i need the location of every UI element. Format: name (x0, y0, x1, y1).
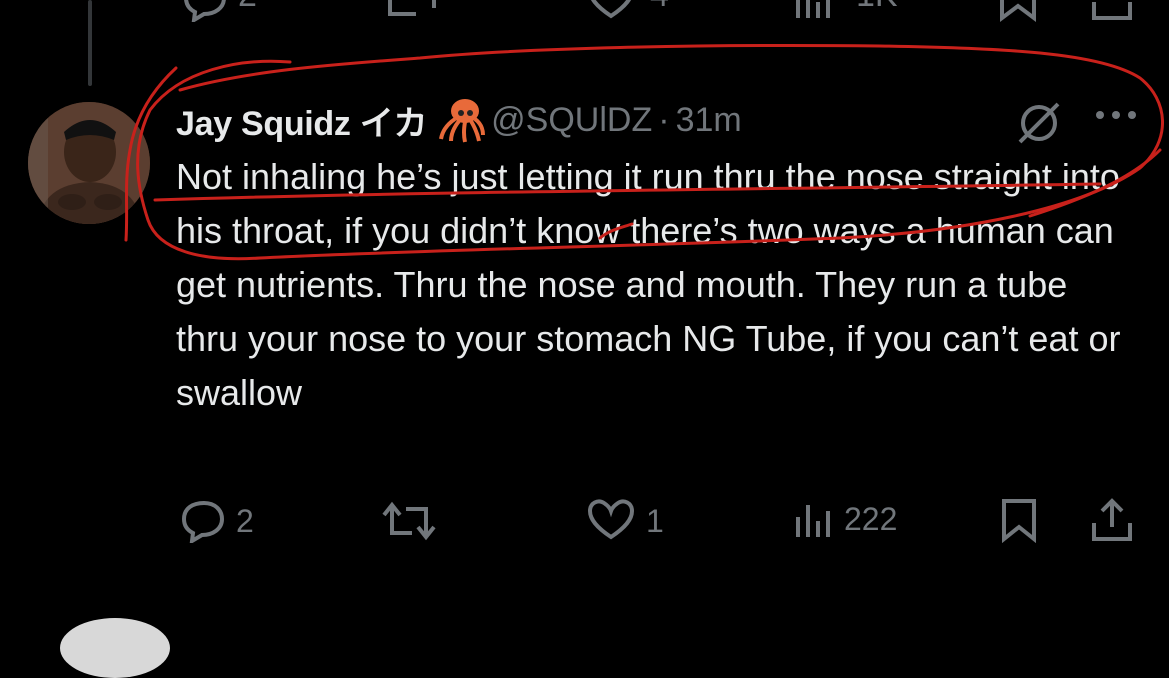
share-icon[interactable] (1090, 0, 1134, 27)
tweet-timestamp[interactable]: 31m (676, 101, 742, 140)
views-icon (796, 505, 830, 537)
previous-reply-count: 2 (238, 0, 257, 15)
header-separator: · (658, 100, 670, 139)
tweet-text: Not inhaling he’s just letting it run th… (176, 156, 1121, 413)
bookmark-button[interactable] (1000, 497, 1038, 543)
previous-view-count: 1K (856, 0, 898, 15)
tweet-action-bar: 2 1 222 (0, 495, 1169, 545)
reply-icon[interactable] (180, 0, 228, 27)
bookmark-icon[interactable] (998, 0, 1038, 27)
like-icon (587, 499, 635, 540)
views-icon[interactable] (794, 0, 834, 27)
grok-icon[interactable] (1016, 100, 1062, 151)
reply-button[interactable]: 2 (178, 499, 254, 543)
reply-count: 2 (236, 502, 254, 539)
views-button[interactable]: 222 (794, 497, 897, 541)
squid-emoji-icon (435, 97, 486, 143)
like-icon[interactable] (586, 0, 636, 27)
more-options-icon[interactable] (1094, 108, 1138, 127)
next-tweet-preview (40, 606, 1140, 678)
repost-button[interactable] (382, 499, 446, 543)
previous-like-count: 4 (650, 0, 669, 15)
user-avatar[interactable] (28, 102, 150, 224)
next-tweet-avatar[interactable] (60, 618, 170, 678)
bookmark-icon (1002, 499, 1036, 543)
share-button[interactable] (1090, 497, 1134, 543)
share-icon (1092, 498, 1132, 541)
user-handle[interactable]: @SQUlDZ (491, 101, 652, 140)
display-name[interactable]: Jay Squidz イカ (176, 96, 427, 145)
repost-icon (382, 501, 436, 541)
reply-icon (181, 500, 225, 543)
like-count: 1 (646, 502, 664, 539)
view-count: 222 (844, 500, 898, 537)
previous-tweet-action-bar: 2 4 1K (0, 0, 1169, 24)
tweet-header: Jay Squidz イカ @SQUlDZ · 31m (176, 95, 742, 145)
repost-icon[interactable] (386, 0, 438, 27)
like-button[interactable]: 1 (586, 499, 664, 543)
